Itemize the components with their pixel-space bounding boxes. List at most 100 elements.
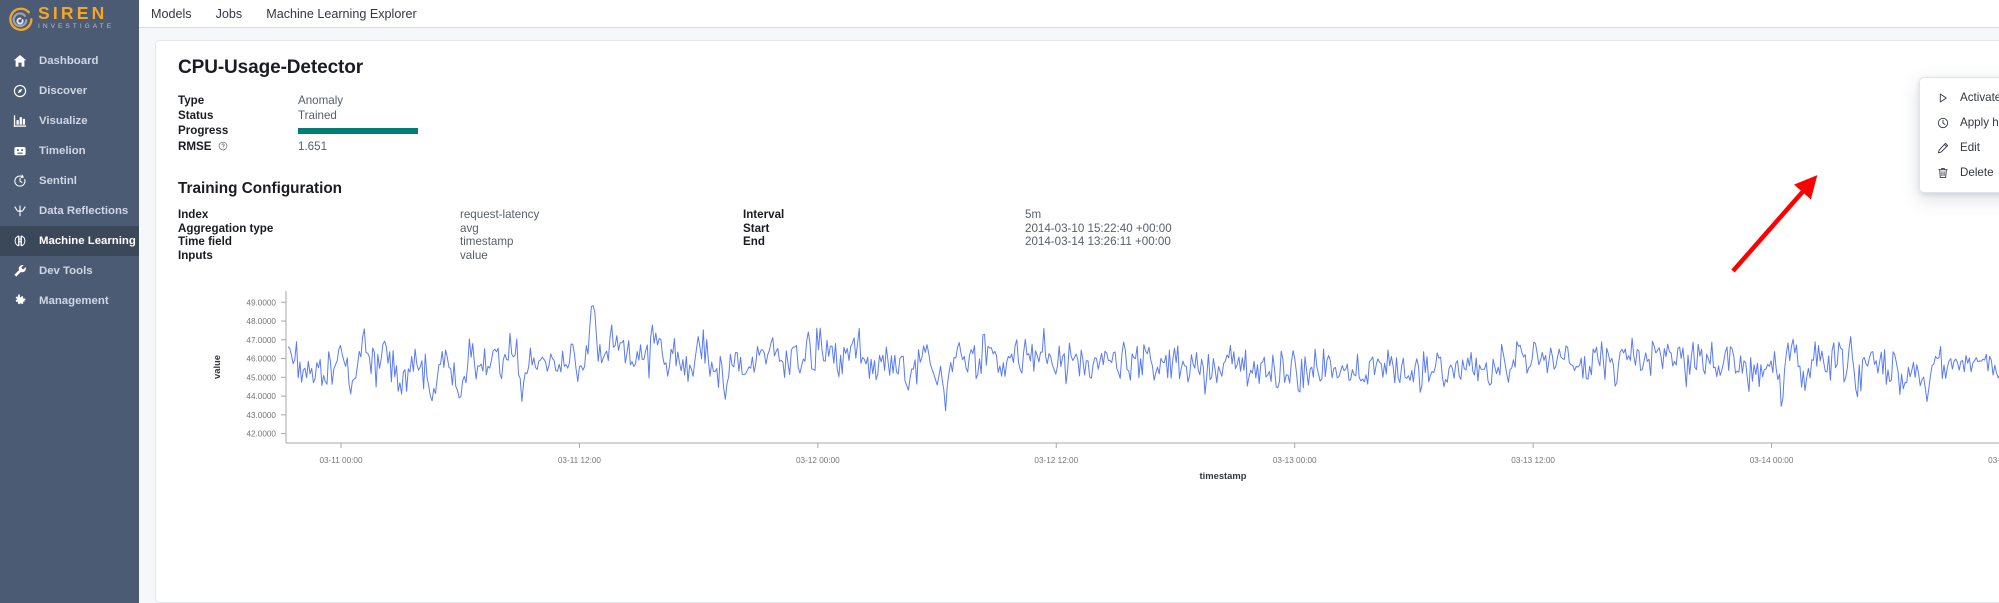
y-axis-tick-label: 46.0000 — [246, 354, 276, 363]
progress-bar — [298, 123, 558, 138]
menu-item-label: Activate — [1960, 91, 1999, 104]
sidebar-item-label: Machine Learning — [39, 235, 136, 247]
section-title-training-configuration: Training Configuration — [178, 179, 343, 197]
sidebar-item-label: Timelion — [39, 145, 86, 157]
y-axis-tick-label: 47.0000 — [246, 335, 276, 344]
clock-alert-icon — [10, 174, 30, 188]
chart-svg: 42.0000 43.0000 44.0000 45.0000 46.0000 47.00… — [211, 290, 1999, 481]
summary-value: Trained — [298, 109, 337, 123]
config-values: 5m 2014-03-10 15:22:40 +00:00 2014-03-14… — [1025, 208, 1172, 263]
menu-item-apply-historically[interactable]: Apply historically — [1920, 110, 1999, 135]
summary-row-type: Type Anomaly — [178, 93, 1999, 108]
home-icon — [10, 54, 30, 68]
config-value: timestamp — [460, 235, 514, 249]
brand-name: SIREN — [38, 3, 108, 24]
sidebar-item-visualize[interactable]: Visualize — [0, 106, 139, 136]
gear-icon — [10, 294, 30, 308]
application-root: SIREN INVESTIGATE Dashboard Discover Vis… — [0, 0, 1999, 603]
summary-key: RMSE — [178, 139, 298, 154]
config-value: value — [460, 248, 488, 262]
config-keys: Interval Start End — [743, 208, 1025, 263]
menu-item-activate[interactable]: Activate — [1920, 85, 1999, 110]
config-key: Time field — [178, 235, 232, 249]
progress-fill — [298, 128, 418, 135]
main-area: Models Jobs Machine Learning Explorer Ac… — [139, 0, 1999, 603]
sidebar-item-label: Visualize — [39, 115, 88, 127]
y-axis-tick-label: 43.0000 — [246, 410, 276, 419]
x-axis-tick-label: 03-14 12:00 — [1988, 456, 1999, 465]
config-value: 2014-03-10 15:22:40 +00:00 — [1025, 221, 1172, 235]
config-value: request-latency — [460, 207, 540, 221]
menu-item-edit[interactable]: Edit — [1920, 135, 1999, 160]
menu-item-delete[interactable]: Delete — [1920, 160, 1999, 185]
sidebar-item-label: Discover — [39, 85, 88, 97]
compass-icon — [10, 84, 30, 98]
tab-machine-learning-explorer[interactable]: Machine Learning Explorer — [266, 7, 417, 21]
y-axis-tick-label: 42.0000 — [246, 429, 276, 438]
sidebar-item-data-reflections[interactable]: Data Reflections — [0, 196, 139, 226]
summary-row-rmse: RMSE 1.651 — [178, 139, 1999, 154]
config-key: End — [743, 235, 765, 249]
top-navigation: Models Jobs Machine Learning Explorer — [139, 0, 1999, 28]
tab-models[interactable]: Models — [151, 7, 192, 21]
config-key: Start — [743, 221, 770, 235]
y-axis-tick-label: 45.0000 — [246, 373, 276, 382]
sidebar-item-timelion[interactable]: Timelion — [0, 136, 139, 166]
config-values: request-latency avg timestamp value — [460, 208, 743, 263]
summary-key: Type — [178, 94, 205, 107]
y-axis-tick-label: 48.0000 — [246, 317, 276, 326]
model-detail-panel: Activate Apply historically — [155, 40, 1999, 603]
menu-item-label: Edit — [1960, 141, 1980, 154]
summary-row-progress: Progress — [178, 123, 1999, 138]
reflections-icon — [10, 204, 30, 218]
sidebar-item-sentinl[interactable]: Sentinl — [0, 166, 139, 196]
x-axis-tick-label: 03-11 12:00 — [558, 456, 602, 465]
config-column-right: Interval Start End 5m 2014-03-10 15:22:4… — [743, 208, 1172, 263]
page-title: CPU-Usage-Detector — [178, 57, 364, 78]
menu-item-label: Delete — [1960, 166, 1994, 179]
y-axis-title: value — [211, 355, 222, 379]
x-axis-title: timestamp — [1200, 470, 1247, 481]
y-axis-tick-label: 44.0000 — [246, 392, 276, 401]
config-key: Interval — [743, 207, 785, 221]
sidebar-item-dashboard[interactable]: Dashboard — [0, 46, 139, 76]
content-area: Activate Apply historically — [139, 28, 1999, 603]
clock-icon — [1937, 117, 1950, 129]
sidebar-item-machine-learning[interactable]: Machine Learning — [0, 226, 139, 256]
summary-value: Anomaly — [298, 94, 344, 107]
brand-tagline: INVESTIGATE — [38, 22, 115, 30]
menu-item-label: Apply historically — [1960, 116, 1999, 129]
brain-icon — [10, 234, 30, 248]
sidebar-item-management[interactable]: Management — [0, 286, 139, 316]
config-key: Aggregation type — [178, 221, 274, 235]
sidebar-item-discover[interactable]: Discover — [0, 76, 139, 106]
x-axis-tick-label: 03-13 12:00 — [1511, 456, 1555, 465]
sidebar-item-label: Sentinl — [39, 175, 77, 187]
summary-value: 1.651 — [298, 139, 328, 153]
y-axis-tick-label: 49.0000 — [246, 298, 276, 307]
play-icon — [1937, 92, 1950, 104]
sidebar: SIREN INVESTIGATE Dashboard Discover Vis… — [0, 0, 139, 603]
siren-logo-icon — [6, 4, 34, 32]
x-axis-tick-label: 03-12 12:00 — [1034, 456, 1078, 465]
context-menu: Activate Apply historically — [1919, 77, 1999, 193]
brand-logo[interactable]: SIREN INVESTIGATE — [0, 0, 139, 36]
sidebar-item-dev-tools[interactable]: Dev Tools — [0, 256, 139, 286]
model-summary: Type Anomaly Status Trained Progress RMS… — [178, 93, 1999, 154]
rmse-label: RMSE — [178, 139, 212, 153]
timeseries-chart[interactable]: 42.0000 43.0000 44.0000 45.0000 46.0000 47.00… — [178, 285, 1999, 485]
config-value: avg — [460, 221, 479, 235]
sidebar-item-label: Management — [39, 295, 109, 307]
x-axis-tick-label: 03-14 00:00 — [1750, 456, 1794, 465]
config-value: 2014-03-14 13:26:11 +00:00 — [1025, 235, 1171, 249]
config-key: Index — [178, 207, 209, 221]
tab-jobs[interactable]: Jobs — [216, 7, 243, 21]
sidebar-nav-list: Dashboard Discover Visualize Timelion Se… — [0, 46, 139, 316]
x-axis-tick-label: 03-13 00:00 — [1273, 456, 1317, 465]
question-circle-icon[interactable] — [218, 140, 228, 150]
pencil-icon — [1937, 142, 1950, 154]
x-axis-tick-label: 03-12 00:00 — [796, 456, 840, 465]
training-configuration: Index Aggregation type Time field Inputs… — [178, 208, 1999, 263]
config-keys: Index Aggregation type Time field Inputs — [178, 208, 460, 263]
sidebar-item-label: Data Reflections — [39, 205, 129, 217]
